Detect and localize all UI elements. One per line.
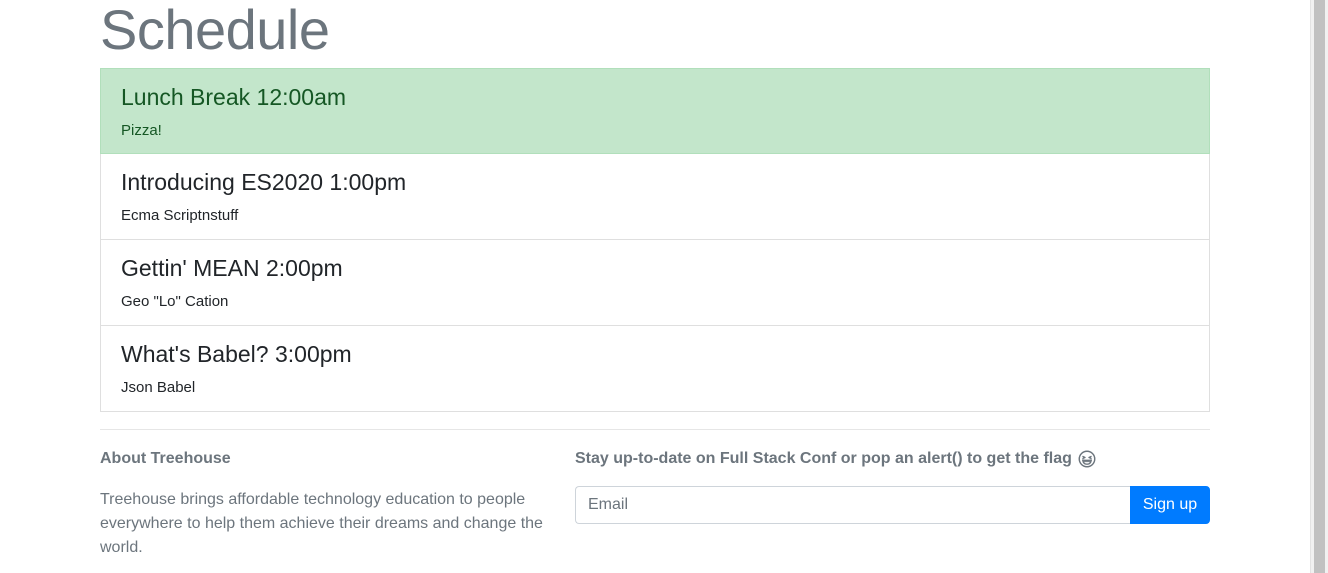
page: Schedule Lunch Break 12:00am Pizza! Intr…	[0, 0, 1310, 573]
schedule-item: Introducing ES2020 1:00pm Ecma Scriptnst…	[100, 154, 1210, 240]
schedule-item-description: Json Babel	[121, 379, 196, 396]
email-input[interactable]	[575, 486, 1130, 524]
footer-divider	[100, 429, 1210, 430]
schedule-item-title: Gettin' MEAN 2:00pm	[121, 255, 343, 281]
grinning-squinting-face-icon	[1078, 450, 1096, 468]
schedule-item-active: Lunch Break 12:00am Pizza!	[100, 68, 1210, 154]
schedule-item-title: Introducing ES2020 1:00pm	[121, 169, 407, 195]
schedule-item-title: What's Babel? 3:00pm	[121, 341, 352, 367]
about-title: About Treehouse	[100, 450, 231, 467]
schedule-item-title: Lunch Break 12:00am	[121, 84, 347, 110]
signup-button[interactable]: Sign up	[1130, 486, 1210, 524]
signup-title: Stay up-to-date on Full Stack Conf or po…	[575, 450, 1072, 467]
page-title: Schedule	[100, 0, 330, 61]
schedule-list: Lunch Break 12:00am Pizza! Introducing E…	[100, 68, 1210, 412]
about-text: Treehouse brings affordable technology e…	[100, 491, 543, 556]
signup-heading: Stay up-to-date on Full Stack Conf or po…	[575, 448, 1210, 470]
scrollbar-thumb[interactable]	[1314, 0, 1325, 573]
vertical-scrollbar[interactable]	[1310, 0, 1328, 573]
signup-section: Stay up-to-date on Full Stack Conf or po…	[575, 448, 1210, 524]
about-section: About Treehouse Treehouse brings afforda…	[100, 448, 560, 560]
schedule-item: What's Babel? 3:00pm Json Babel	[100, 326, 1210, 412]
schedule-item: Gettin' MEAN 2:00pm Geo "Lo" Cation	[100, 240, 1210, 326]
schedule-item-description: Ecma Scriptnstuff	[121, 207, 239, 224]
schedule-item-description: Pizza!	[121, 122, 162, 139]
signup-form: Sign up	[575, 486, 1210, 524]
schedule-item-description: Geo "Lo" Cation	[121, 293, 229, 310]
